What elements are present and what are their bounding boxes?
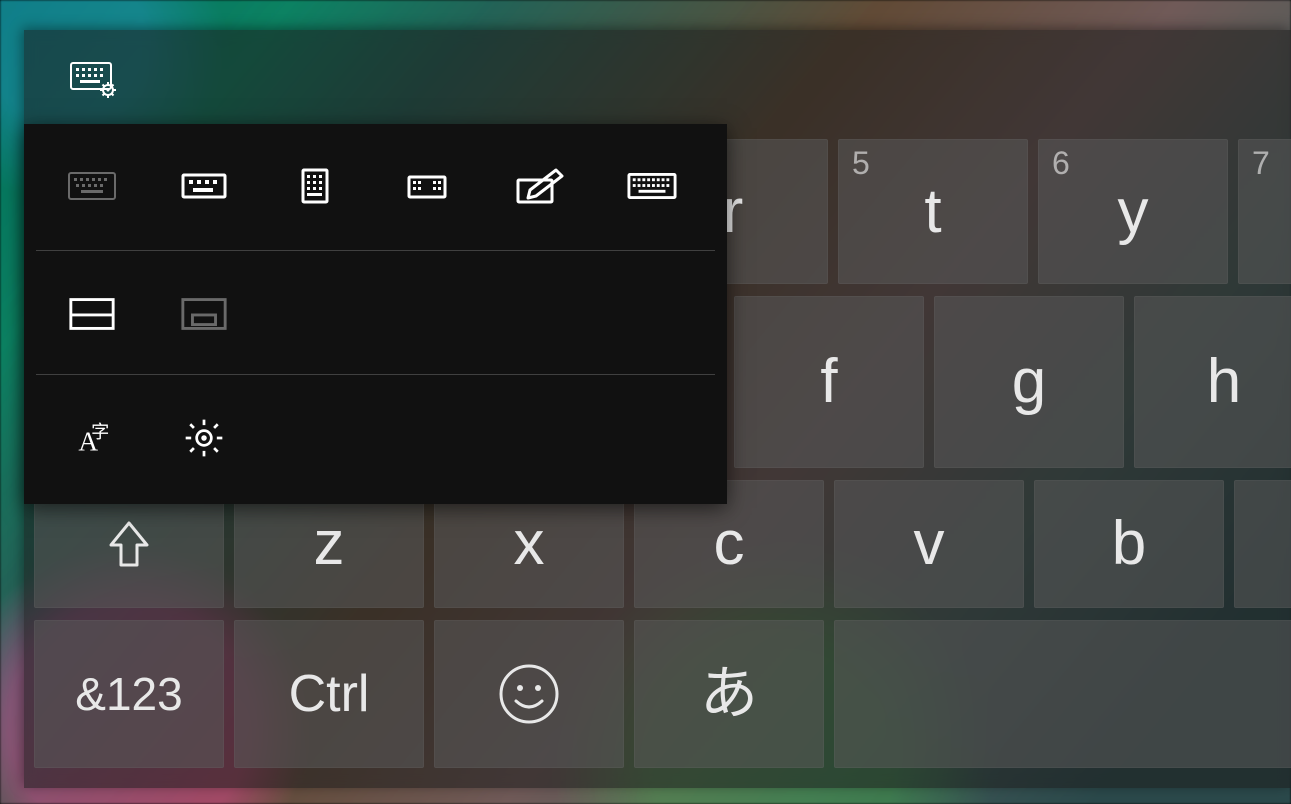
layout-small-button[interactable]	[148, 124, 260, 248]
shift-icon	[107, 519, 151, 569]
settings-button[interactable]	[148, 376, 260, 500]
layout-full-button[interactable]	[596, 124, 708, 248]
key-g[interactable]: g	[934, 296, 1124, 468]
dock-floating-button[interactable]	[148, 252, 260, 376]
key-ctrl[interactable]: Ctrl	[234, 620, 424, 768]
key-symbols[interactable]: &123	[34, 620, 224, 768]
touch-keyboard: r 5t 6y 7 f g h z x c v b &123 Ctrl あ	[24, 30, 1291, 788]
key-language[interactable]: あ	[634, 620, 824, 768]
svg-text:字: 字	[91, 422, 109, 442]
key-b[interactable]: b	[1034, 480, 1224, 608]
divider	[36, 250, 715, 251]
layout-split-button[interactable]	[372, 124, 484, 248]
key-u-partial[interactable]: 7	[1238, 139, 1291, 284]
key-y[interactable]: 6y	[1038, 139, 1228, 284]
key-n-partial[interactable]	[1234, 480, 1291, 608]
keyboard-settings-popup: A字	[24, 124, 727, 504]
key-emoji[interactable]	[434, 620, 624, 768]
keyboard-settings-icon	[70, 60, 118, 100]
key-space[interactable]	[834, 620, 1291, 768]
language-prefs-button[interactable]: A字	[36, 376, 148, 500]
dock-options-row	[36, 252, 715, 376]
gear-icon	[178, 416, 230, 460]
key-v[interactable]: v	[834, 480, 1024, 608]
dock-docked-button[interactable]	[36, 252, 148, 376]
layout-onehanded-button[interactable]	[260, 124, 372, 248]
key-t[interactable]: 5t	[838, 139, 1028, 284]
key-f[interactable]: f	[734, 296, 924, 468]
emoji-icon	[496, 661, 562, 727]
layout-options-row	[36, 124, 715, 248]
layout-handwriting-button[interactable]	[484, 124, 596, 248]
action-options-row: A字	[36, 376, 715, 500]
key-h[interactable]: h	[1134, 296, 1291, 468]
keyboard-topbar	[24, 30, 1291, 130]
layout-default-button[interactable]	[36, 124, 148, 248]
keyboard-settings-button[interactable]	[64, 56, 124, 104]
divider	[36, 374, 715, 375]
